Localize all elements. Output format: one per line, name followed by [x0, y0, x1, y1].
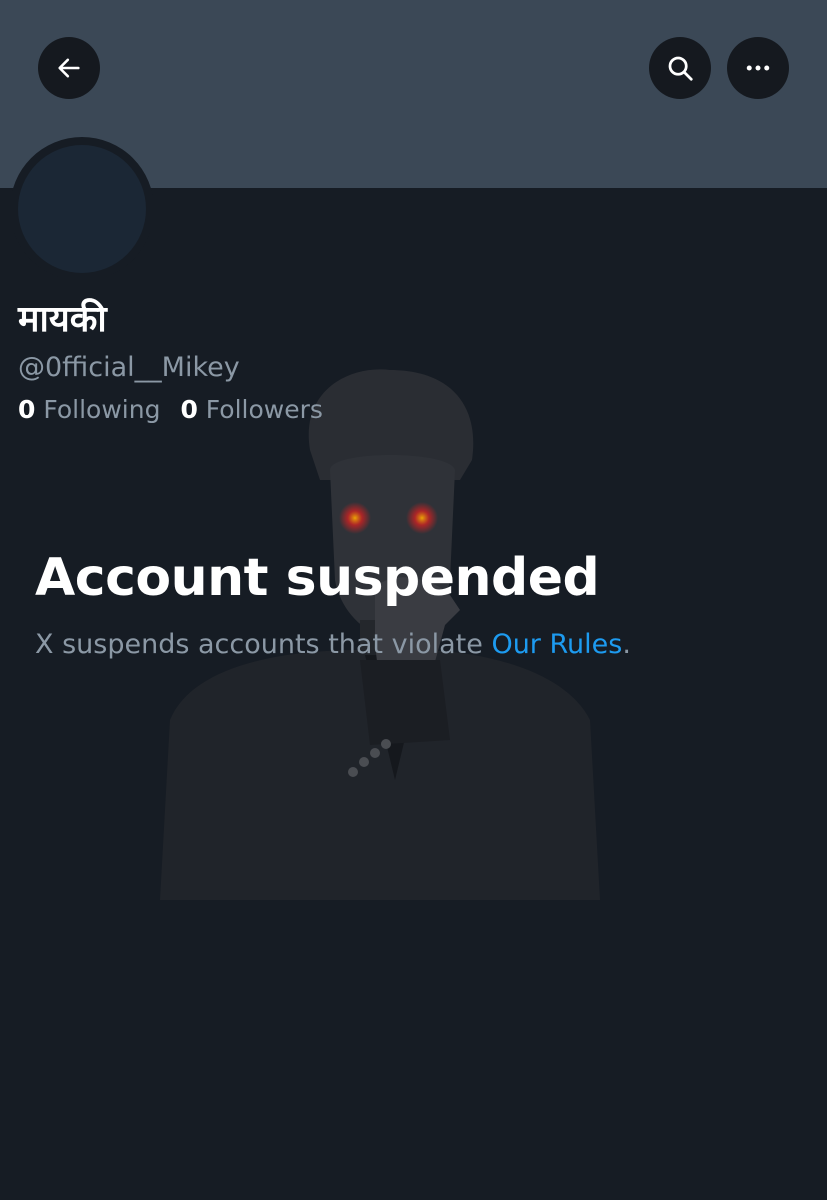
followers-count: 0 — [180, 395, 198, 424]
search-icon — [668, 56, 693, 81]
display-name: मायकी — [18, 299, 107, 340]
more-horizontal-icon — [746, 65, 770, 71]
suspension-description-text: X suspends accounts that violate — [35, 629, 492, 660]
back-button[interactable] — [38, 37, 100, 99]
arrow-left-icon — [58, 58, 80, 78]
user-handle: @0fficial__Mikey — [18, 352, 240, 383]
following-count: 0 — [18, 395, 36, 424]
more-options-button[interactable] — [727, 37, 789, 99]
avatar[interactable] — [18, 145, 146, 273]
following-label: Following — [43, 395, 161, 424]
followers-link[interactable]: 0 Followers — [180, 393, 322, 427]
profile-page: मायकी @0fficial__Mikey 0 Following 0 Fol… — [0, 0, 827, 1200]
followers-label: Followers — [205, 395, 323, 424]
following-link[interactable]: 0 Following — [18, 393, 160, 427]
our-rules-link[interactable]: Our Rules — [491, 629, 622, 660]
suspension-title: Account suspended — [35, 548, 600, 608]
follow-stats: 0 Following 0 Followers — [18, 393, 323, 427]
suspension-description: X suspends accounts that violate Our Rul… — [35, 626, 631, 664]
suspension-description-period: . — [622, 629, 631, 660]
search-button[interactable] — [649, 37, 711, 99]
